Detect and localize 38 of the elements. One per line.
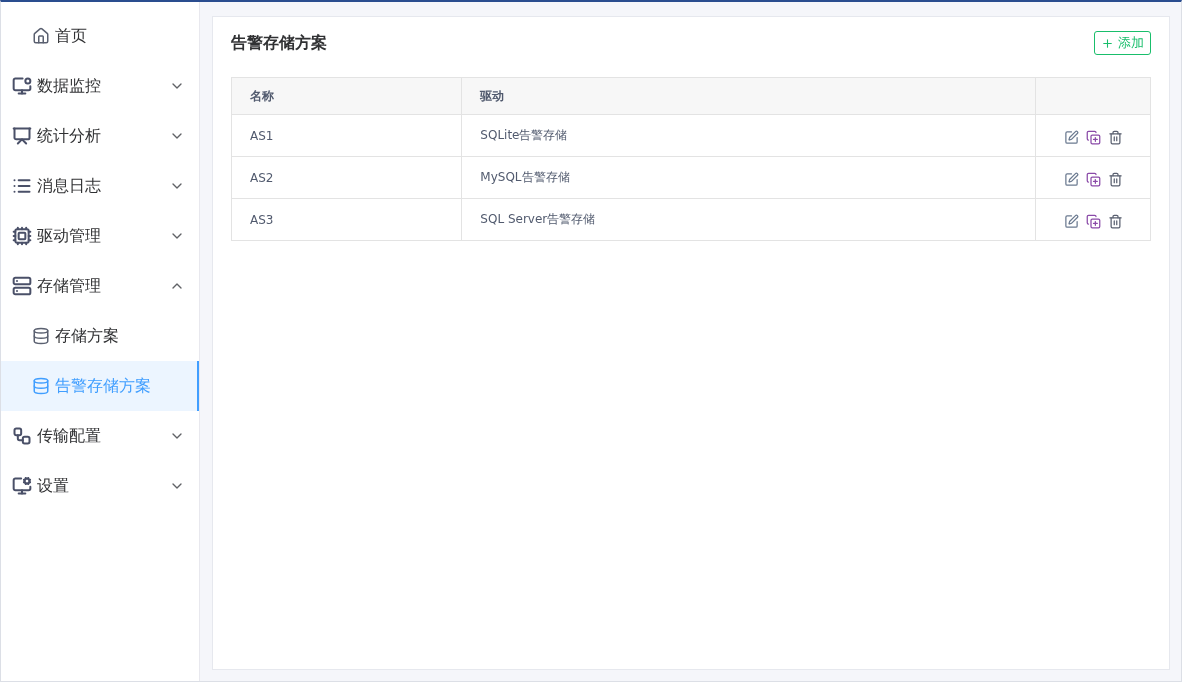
sidebar-item[interactable]: 首页	[1, 11, 199, 61]
table-cell: AS1	[231, 114, 462, 157]
table-cell: SQL Server告警存储	[461, 198, 1036, 241]
sidebar-group[interactable]: 设置	[1, 461, 199, 511]
menu-icon	[12, 76, 32, 96]
table-cell: AS2	[231, 156, 462, 199]
sidebar-group[interactable]: 统计分析	[1, 111, 199, 161]
table-cell: AS3	[231, 198, 462, 241]
sidebar-group[interactable]: 数据监控	[1, 61, 199, 111]
copy-button[interactable]	[1085, 172, 1101, 187]
column-header: 名称	[231, 77, 462, 115]
table-cell: MySQL告警存储	[461, 156, 1036, 199]
sidebar-group[interactable]: 存储管理	[1, 261, 199, 311]
edit-button[interactable]	[1063, 214, 1079, 229]
plus-icon	[1101, 36, 1114, 50]
menu-icon	[12, 426, 32, 446]
copy-button[interactable]	[1085, 214, 1101, 229]
menu-icon	[12, 126, 32, 146]
menu-icon	[12, 176, 32, 196]
copy-button[interactable]	[1085, 130, 1101, 145]
menu-icon	[12, 276, 32, 296]
delete-button[interactable]	[1107, 130, 1123, 145]
menu-icon	[12, 226, 32, 246]
sidebar-subitem[interactable]: 存储方案	[1, 311, 199, 361]
database-icon	[32, 327, 50, 345]
delete-button[interactable]	[1107, 214, 1123, 229]
menu-icon	[12, 476, 32, 496]
edit-button[interactable]	[1063, 172, 1079, 187]
column-header: 驱动	[461, 77, 1036, 115]
edit-button[interactable]	[1063, 130, 1079, 145]
database-icon	[32, 377, 50, 395]
sidebar-group[interactable]: 驱动管理	[1, 211, 199, 261]
page-title: 告警存储方案	[231, 32, 327, 54]
delete-button[interactable]	[1107, 172, 1123, 187]
sidebar-group[interactable]: 消息日志	[1, 161, 199, 211]
home-icon	[32, 27, 50, 45]
table-cell: SQLite告警存储	[461, 114, 1036, 157]
sidebar-group[interactable]: 传输配置	[1, 411, 199, 461]
